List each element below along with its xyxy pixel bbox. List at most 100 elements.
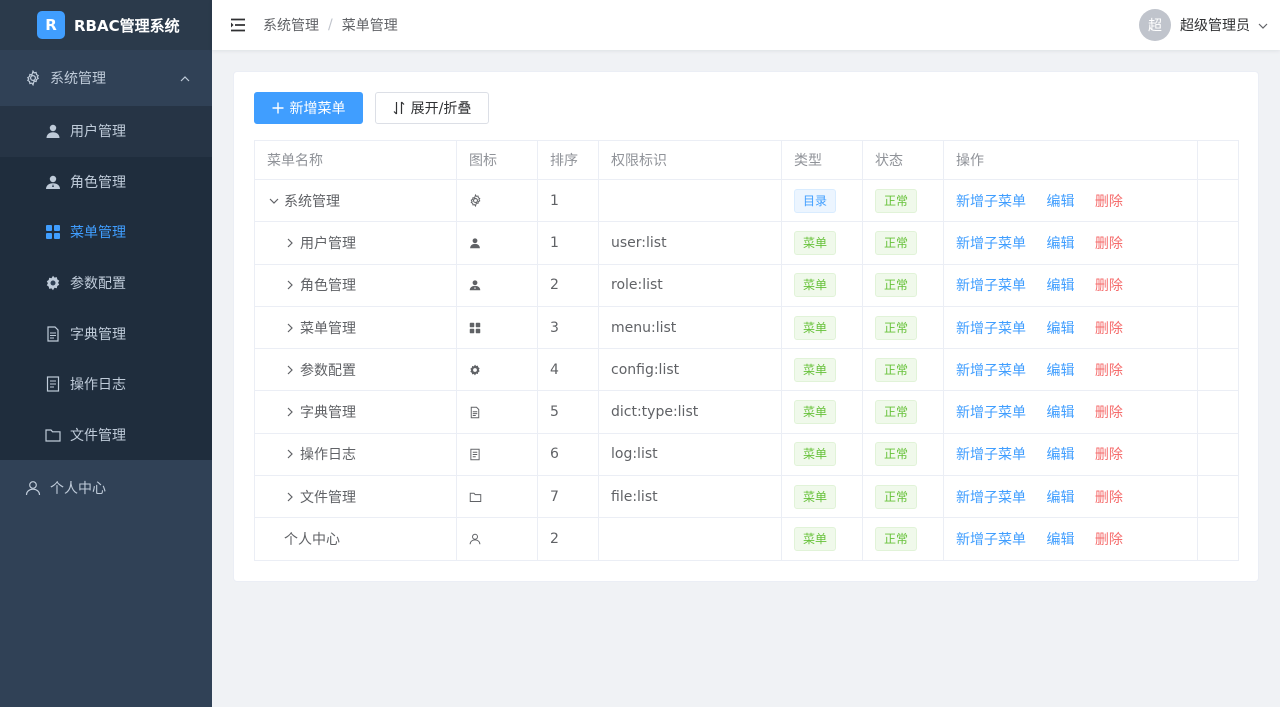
grid-icon [469,322,525,334]
hamburger-icon[interactable] [230,18,246,32]
edit-button[interactable]: 编辑 [1046,490,1074,506]
menu-name: 角色管理 [300,278,356,295]
menu-order: 2 [537,517,599,561]
user-dropdown[interactable]: 超 超级管理员 [1139,9,1268,41]
edit-button[interactable]: 编辑 [1046,278,1074,294]
menu-order: 2 [537,263,599,307]
delete-button[interactable]: 删除 [1095,321,1123,337]
log-icon [44,375,62,393]
add-child-button[interactable]: 新增子菜单 [956,532,1026,548]
edit-button[interactable]: 编辑 [1046,236,1074,252]
type-tag: 菜单 [794,442,837,467]
chevron-right-icon[interactable] [283,365,297,375]
add-menu-label: 新增菜单 [289,101,346,117]
settings-icon [44,274,62,292]
sidebar-item-menus[interactable]: 菜单管理 [0,207,212,258]
menu-order: 5 [537,390,599,434]
person-icon [469,533,525,545]
sidebar-item-files[interactable]: 文件管理 [0,410,212,461]
add-child-button[interactable]: 新增子菜单 [956,321,1026,337]
toolbar: 新增菜单 展开/折叠 [254,92,489,124]
chevron-right-icon[interactable] [283,449,297,459]
column-header-perm: 权限标识 [598,140,782,180]
sidebar-item-roles[interactable]: 角色管理 [0,157,212,208]
edit-button[interactable]: 编辑 [1046,194,1074,210]
avatar[interactable]: 超 [1139,9,1171,41]
chevron-right-icon[interactable] [283,280,297,290]
delete-button[interactable]: 删除 [1095,405,1123,421]
add-child-button[interactable]: 新增子菜单 [956,278,1026,294]
edit-button[interactable]: 编辑 [1046,321,1074,337]
plus-icon [272,102,284,114]
edit-button[interactable]: 编辑 [1046,363,1074,379]
menu-perm: config:list [598,348,782,392]
type-tag: 菜单 [794,484,837,509]
sidebar-item-logs[interactable]: 操作日志 [0,359,212,410]
add-child-button[interactable]: 新增子菜单 [956,405,1026,421]
grid-icon [44,223,62,241]
delete-button[interactable]: 删除 [1095,447,1123,463]
column-header-spacer [1197,140,1239,180]
chevron-down-icon[interactable] [267,198,281,204]
table-row: 参数配置 4 config:list 菜单 正常 新增子菜单 编辑 删除 [254,348,1239,392]
menu-name: 个人中心 [284,532,340,549]
type-tag: 菜单 [794,230,837,255]
add-child-button[interactable]: 新增子菜单 [956,447,1026,463]
folder-icon [44,426,62,444]
type-tag: 菜单 [794,315,837,340]
table-row: 菜单管理 3 menu:list 菜单 正常 新增子菜单 编辑 删除 [254,305,1239,350]
expand-collapse-label: 展开/折叠 [410,101,472,117]
status-badge: 正常 [875,527,918,552]
sidebar-submenu: 用户管理 角色管理 菜单管理 参数配置 字典管理 操作日志 文件管理 [0,106,212,461]
edit-button[interactable]: 编辑 [1046,532,1074,548]
logo[interactable]: R RBAC管理系统 [0,0,212,50]
breadcrumb-item-system[interactable]: 系统管理 [263,15,319,35]
sidebar-item-personal[interactable]: 个人中心 [0,460,212,516]
chevron-right-icon[interactable] [283,323,297,333]
delete-button[interactable]: 删除 [1095,194,1123,210]
chevron-right-icon[interactable] [283,238,297,248]
column-header-name: 菜单名称 [254,140,457,180]
menu-order: 4 [537,348,599,392]
status-badge: 正常 [875,230,918,255]
add-child-button[interactable]: 新增子菜单 [956,236,1026,252]
menu-name: 文件管理 [300,489,356,506]
document-icon [469,406,525,419]
menu-perm: menu:list [598,305,782,350]
breadcrumb-separator: / [328,17,333,33]
user-group-icon [469,279,525,291]
chevron-right-icon[interactable] [283,407,297,417]
sidebar-item-dict[interactable]: 字典管理 [0,308,212,359]
breadcrumb: 系统管理 / 菜单管理 [263,15,398,35]
sidebar-item-label: 参数配置 [70,276,126,293]
delete-button[interactable]: 删除 [1095,363,1123,379]
edit-button[interactable]: 编辑 [1046,405,1074,421]
add-child-button[interactable]: 新增子菜单 [956,490,1026,506]
status-badge: 正常 [875,188,918,213]
add-child-button[interactable]: 新增子菜单 [956,363,1026,379]
add-menu-button[interactable]: 新增菜单 [254,92,363,124]
expand-collapse-button[interactable]: 展开/折叠 [375,92,489,124]
sidebar-item-users[interactable]: 用户管理 [0,106,212,157]
column-header-type: 类型 [781,140,863,180]
username[interactable]: 超级管理员 [1180,15,1250,35]
type-tag: 菜单 [794,400,837,425]
delete-button[interactable]: 删除 [1095,532,1123,548]
delete-button[interactable]: 删除 [1095,236,1123,252]
type-tag: 菜单 [794,527,837,552]
delete-button[interactable]: 删除 [1095,490,1123,506]
chevron-right-icon[interactable] [283,492,297,502]
delete-button[interactable]: 删除 [1095,278,1123,294]
menu-order: 3 [537,305,599,350]
sidebar-item-config[interactable]: 参数配置 [0,258,212,309]
chevron-down-icon[interactable] [1258,17,1268,33]
menu-perm [598,178,782,223]
add-child-button[interactable]: 新增子菜单 [956,194,1026,210]
menu-perm: log:list [598,432,782,477]
menu-name: 字典管理 [300,405,356,422]
sidebar-group-system[interactable]: 系统管理 [0,50,212,106]
sidebar-item-label: 字典管理 [70,326,126,343]
menu-name: 参数配置 [300,362,356,379]
sidebar-item-label: 角色管理 [70,174,126,191]
edit-button[interactable]: 编辑 [1046,447,1074,463]
